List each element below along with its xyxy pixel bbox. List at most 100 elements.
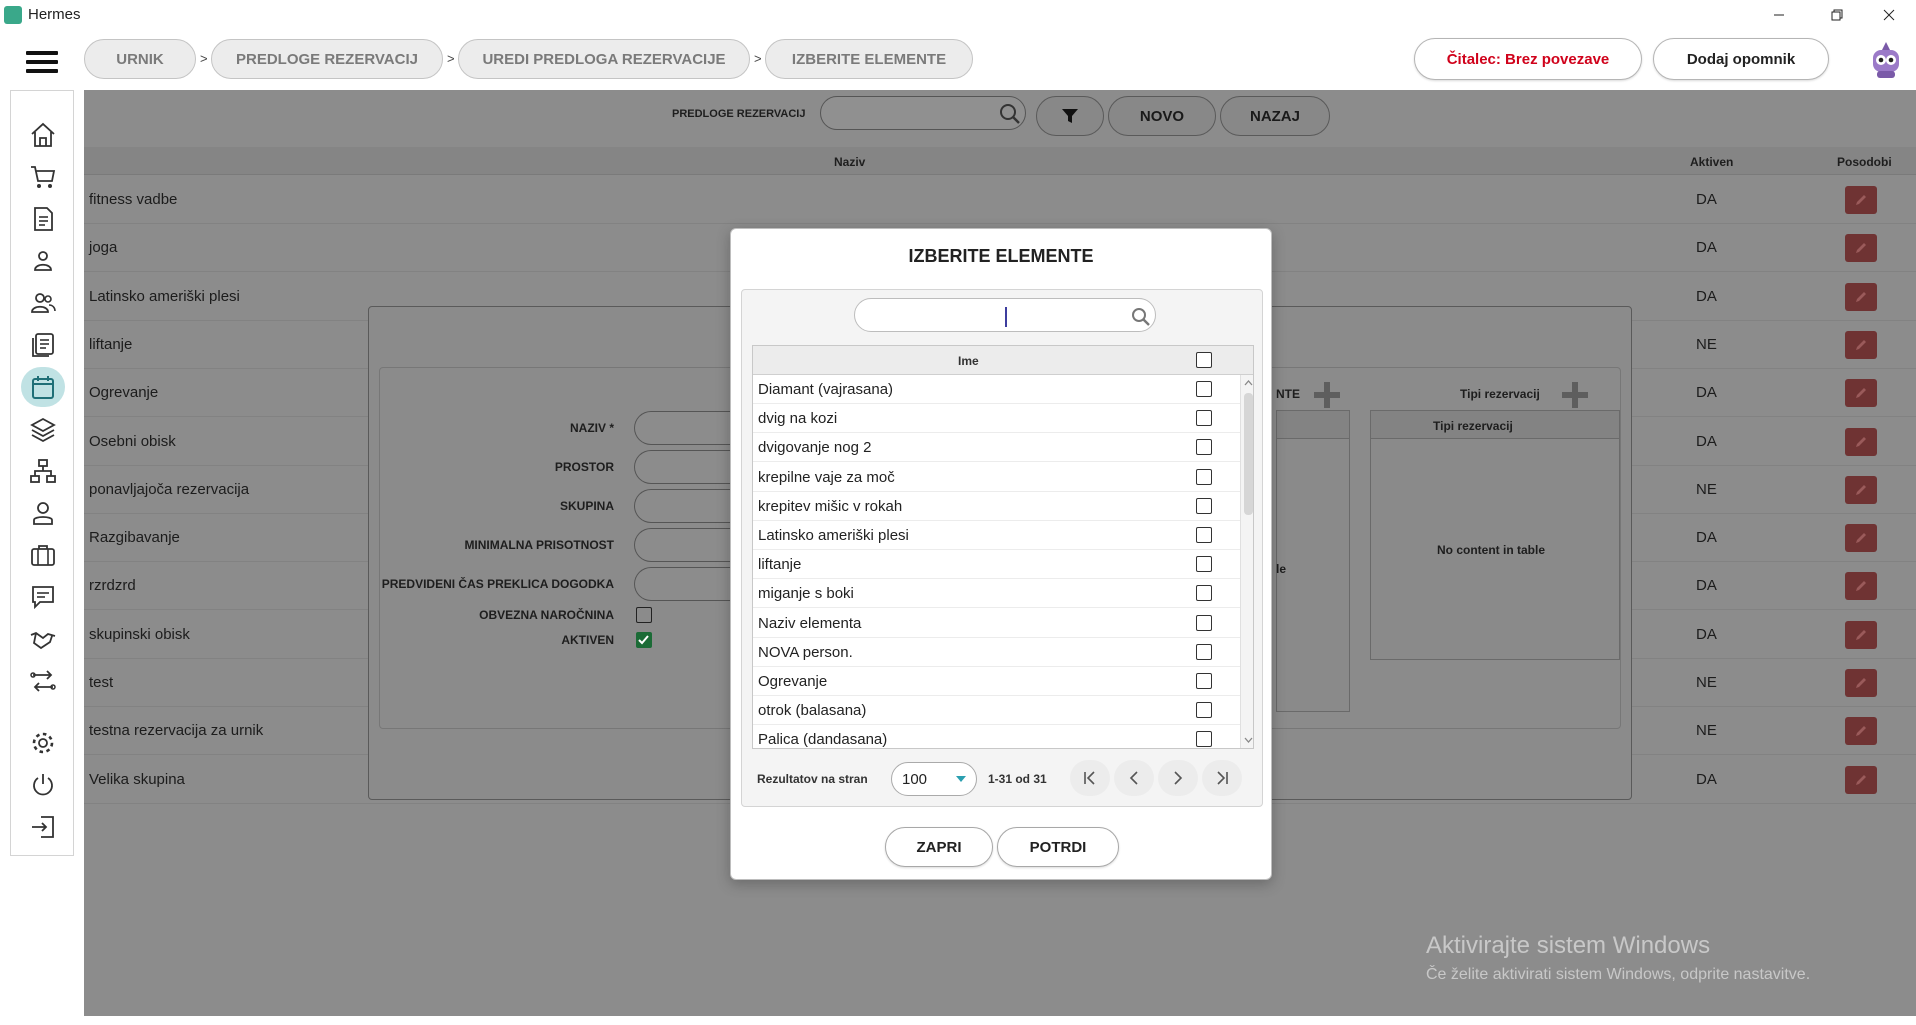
element-checkbox[interactable]: [1196, 643, 1212, 660]
element-checkbox[interactable]: [1196, 731, 1212, 748]
minimize-button[interactable]: [1752, 0, 1806, 30]
list-item[interactable]: dvig na kozi: [753, 404, 1240, 434]
back-button[interactable]: NAZAJ: [1220, 96, 1330, 136]
select-all-checkbox[interactable]: [1196, 352, 1212, 368]
list-item[interactable]: krepitev mišic v rokah: [753, 492, 1240, 521]
edit-button[interactable]: [1845, 234, 1877, 263]
column-active: Aktiven: [1690, 155, 1734, 169]
scroll-down-icon: [1244, 737, 1253, 743]
edit-button[interactable]: [1845, 186, 1877, 214]
row-active: DA: [1696, 770, 1717, 788]
home-icon[interactable]: [21, 115, 65, 155]
menu-icon[interactable]: [26, 51, 58, 73]
list-scrollbar[interactable]: [1240, 375, 1253, 748]
confirm-button[interactable]: POTRDI: [997, 827, 1119, 867]
chevron-down-icon: [956, 776, 966, 782]
list-icon[interactable]: [21, 325, 65, 365]
network-icon[interactable]: [21, 451, 65, 491]
briefcase-icon[interactable]: [21, 535, 65, 575]
edit-button[interactable]: [1845, 282, 1877, 311]
edit-button[interactable]: [1845, 475, 1877, 504]
document-icon[interactable]: [21, 199, 65, 239]
row-name: liftanje: [89, 335, 133, 353]
edit-button[interactable]: [1845, 620, 1877, 649]
list-item[interactable]: miganje s boki: [753, 579, 1240, 609]
search-input[interactable]: [820, 96, 1026, 130]
edit-button[interactable]: [1845, 717, 1877, 746]
calendar-icon[interactable]: [21, 367, 65, 407]
edit-button[interactable]: [1845, 427, 1877, 456]
element-checkbox[interactable]: [1196, 556, 1212, 573]
reader-status-button[interactable]: Čitalec: Brez povezave: [1414, 38, 1642, 80]
add-element-icon[interactable]: [1312, 380, 1342, 410]
edit-button[interactable]: [1845, 330, 1877, 359]
list-item[interactable]: krepilne vaje za moč: [753, 463, 1240, 492]
user-icon[interactable]: [21, 493, 65, 533]
element-checkbox[interactable]: [1196, 673, 1212, 689]
list-item[interactable]: NOVA person.: [753, 638, 1240, 667]
page-size-select[interactable]: 100: [891, 762, 977, 796]
edit-button[interactable]: [1845, 572, 1877, 601]
list-item[interactable]: Ogrevanje: [753, 667, 1240, 696]
edit-button[interactable]: [1845, 669, 1877, 697]
restore-button[interactable]: [1810, 0, 1864, 30]
person-icon[interactable]: [21, 241, 65, 281]
list-item[interactable]: Naziv elementa: [753, 609, 1240, 638]
layers-icon[interactable]: [21, 409, 65, 449]
row-active: DA: [1696, 577, 1717, 595]
first-page-button[interactable]: [1070, 760, 1110, 796]
edit-button[interactable]: [1845, 765, 1877, 794]
element-checkbox[interactable]: [1196, 527, 1212, 543]
mandatory-subscription-checkbox[interactable]: [636, 607, 652, 623]
logout-icon[interactable]: [21, 807, 65, 847]
element-checkbox[interactable]: [1196, 614, 1212, 631]
active-checkbox[interactable]: [636, 632, 652, 648]
activation-watermark-subtitle: Če želite aktivirati sistem Windows, odp…: [1426, 966, 1811, 983]
list-item[interactable]: liftanje: [753, 550, 1240, 580]
list-item[interactable]: Diamant (vajrasana): [753, 375, 1240, 404]
next-page-button[interactable]: [1158, 760, 1198, 796]
element-checkbox[interactable]: [1196, 702, 1212, 719]
transfer-icon[interactable]: [21, 661, 65, 701]
avatar[interactable]: [1868, 40, 1904, 80]
list-item[interactable]: Palica (dandasana): [753, 725, 1240, 748]
handshake-icon[interactable]: [21, 619, 65, 659]
element-name: dvig na kozi: [758, 410, 838, 428]
pencil-icon: [1856, 581, 1866, 592]
table-row[interactable]: fitness vadbe DA: [84, 176, 1916, 224]
prev-page-button[interactable]: [1114, 760, 1154, 796]
scroll-thumb[interactable]: [1244, 393, 1253, 515]
element-checkbox[interactable]: [1196, 439, 1212, 456]
new-button[interactable]: NOVO: [1108, 96, 1216, 136]
chat-icon[interactable]: [21, 577, 65, 617]
last-page-button[interactable]: [1202, 760, 1242, 796]
close-button[interactable]: ZAPRI: [885, 827, 993, 867]
filter-button[interactable]: [1036, 96, 1104, 136]
pencil-icon: [1856, 243, 1866, 254]
elements-search-input[interactable]: [854, 298, 1156, 332]
breadcrumb-izberite-elemente[interactable]: IZBERITE ELEMENTE: [765, 39, 973, 79]
list-item[interactable]: Latinsko ameriški plesi: [753, 521, 1240, 550]
add-reminder-button[interactable]: Dodaj opomnik: [1653, 38, 1829, 80]
cart-icon[interactable]: [21, 157, 65, 197]
edit-button[interactable]: [1845, 524, 1877, 553]
title-bar: Hermes: [0, 0, 1916, 30]
people-icon[interactable]: [21, 283, 65, 323]
settings-icon[interactable]: [21, 723, 65, 763]
breadcrumb-uredi-predloga[interactable]: UREDI PREDLOGA REZERVACIJE: [458, 39, 750, 79]
edit-button[interactable]: [1845, 379, 1877, 408]
breadcrumb-urnik[interactable]: URNIK: [84, 39, 196, 79]
add-reservation-type-icon[interactable]: [1560, 380, 1590, 410]
close-window-button[interactable]: [1862, 0, 1916, 30]
row-active: NE: [1696, 335, 1717, 353]
pencil-icon: [1856, 388, 1866, 399]
element-checkbox[interactable]: [1196, 468, 1212, 485]
element-checkbox[interactable]: [1196, 410, 1212, 427]
list-item[interactable]: otrok (balasana): [753, 696, 1240, 726]
element-checkbox[interactable]: [1196, 497, 1212, 514]
power-icon[interactable]: [21, 765, 65, 805]
element-checkbox[interactable]: [1196, 585, 1212, 602]
breadcrumb-predloge-rezervacij[interactable]: PREDLOGE REZERVACIJ: [211, 39, 443, 79]
element-checkbox[interactable]: [1196, 381, 1212, 397]
list-item[interactable]: dvigovanje nog 2: [753, 433, 1240, 463]
